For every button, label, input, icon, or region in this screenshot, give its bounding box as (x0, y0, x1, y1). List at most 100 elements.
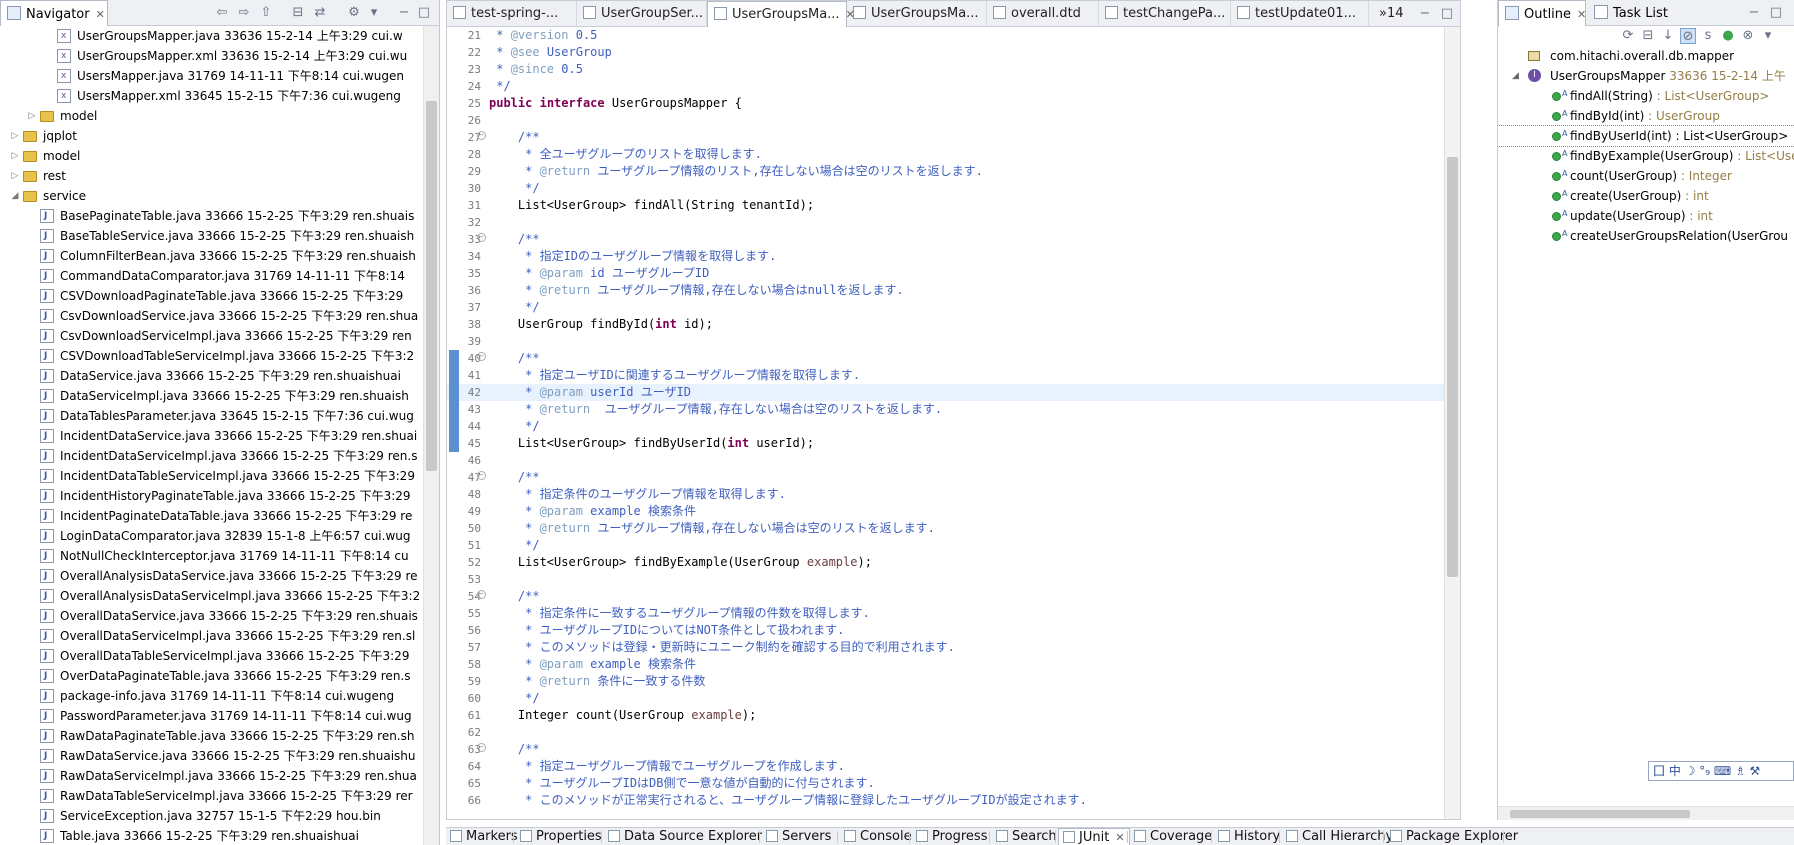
tree-file[interactable]: RawDataService.java 33666 15-2-25 下午3:29… (0, 746, 424, 766)
outline-method[interactable]: Acount(UserGroup) : Integer (1498, 166, 1794, 186)
bottom-tab[interactable]: Console (840, 828, 916, 845)
outline-method[interactable]: AfindById(int) : UserGroup (1498, 106, 1794, 126)
code-line[interactable]: 24 */ (447, 78, 1445, 95)
chevron-right-icon[interactable]: ▷ (26, 106, 38, 126)
filter-icon[interactable]: ⚙ (346, 5, 362, 21)
hide-fields-icon[interactable]: ⊘ (1680, 28, 1696, 44)
bottom-tab[interactable]: JUnit ✕ (1058, 828, 1130, 845)
outline-method[interactable]: AfindAll(String) : List<UserGroup> (1498, 86, 1794, 106)
close-icon[interactable]: ✕ (1577, 8, 1586, 21)
tree-file[interactable]: OverallAnalysisDataServiceImpl.java 3366… (0, 586, 424, 606)
outline-hscrollbar[interactable] (1498, 806, 1794, 820)
outline-interface[interactable]: ◢ I UserGroupsMapper 33636 15-2-14 上午 (1498, 66, 1794, 86)
tab-navigator[interactable]: Navigator ✕ (0, 0, 108, 26)
tree-file[interactable]: ColumnFilterBean.java 33666 15-2-25 下午3:… (0, 246, 424, 266)
ime-toolbar[interactable]: 囗 中 ☽ °₉ ⌨ ♗ ⚒ (1648, 761, 1794, 781)
code-editor[interactable]: 21 * @version 0.5 22 * @see UserGroup 23 *… (447, 27, 1445, 819)
tree-file[interactable]: CSVDownloadTableServiceImpl.java 33666 1… (0, 346, 424, 366)
tree-file[interactable]: IncidentHistoryPaginateTable.java 33666 … (0, 486, 424, 506)
maximize-icon[interactable]: □ (1439, 6, 1455, 22)
tree-file[interactable]: BasePaginateTable.java 33666 15-2-25 下午3… (0, 206, 424, 226)
sync-icon[interactable]: ⟳ (1620, 28, 1636, 44)
code-line[interactable]: 55 * 指定条件に一致するユーザグループ情報の件数を取得します. (447, 605, 1445, 622)
chevron-right-icon[interactable]: ▷ (9, 126, 21, 146)
code-line[interactable]: 22 * @see UserGroup (447, 44, 1445, 61)
tab-outline[interactable]: Outline ✕ (1498, 0, 1586, 26)
hide-local-types-icon[interactable]: ⊗ (1740, 28, 1756, 44)
minimize-icon[interactable]: − (396, 5, 412, 21)
code-line[interactable]: 50 * @return ユーザグループ情報,存在しない場合は空のリストを返しま… (447, 520, 1445, 537)
outline-method[interactable]: Aupdate(UserGroup) : int (1498, 206, 1794, 226)
outline-hscroll-thumb[interactable] (1510, 810, 1690, 818)
view-menu-icon[interactable]: ▾ (1760, 28, 1776, 44)
code-line[interactable]: 31 List<UserGroup> findAll(String tenant… (447, 197, 1445, 214)
editor-tab[interactable]: UserGroupsMa... (847, 1, 987, 27)
back-icon[interactable]: ⇦ (214, 5, 230, 21)
tree-folder[interactable]: ▷ model (0, 146, 424, 166)
bottom-tab[interactable]: Search (992, 828, 1061, 845)
editor-tab[interactable]: UserGroupSer... (577, 1, 707, 27)
code-line[interactable]: 48 * 指定条件のユーザグループ情報を取得します. (447, 486, 1445, 503)
tree-file[interactable]: package-info.java 31769 14-11-11 下午8:14 … (0, 686, 424, 706)
bottom-tab[interactable]: Package Explorer (1386, 828, 1522, 845)
bottom-tab[interactable]: Servers (762, 828, 835, 845)
tree-folder[interactable]: ▷ rest (0, 166, 424, 186)
code-line[interactable]: 43 * @return ユーザグループ情報,存在しない場合は空のリストを返しま… (447, 401, 1445, 418)
tree-file[interactable]: RawDataPaginateTable.java 33666 15-2-25 … (0, 726, 424, 746)
forward-icon[interactable]: ⇨ (236, 5, 252, 21)
tree-file[interactable]: IncidentPaginateDataTable.java 33666 15-… (0, 506, 424, 526)
editor-tab[interactable]: UserGroupsMa... ✕ (707, 1, 855, 27)
tree-file[interactable]: OverDataPaginateTable.java 33666 15-2-25… (0, 666, 424, 686)
tree-file[interactable]: UsersMapper.java 31769 14-11-11 下午8:14 c… (0, 66, 424, 86)
code-line[interactable]: 52 List<UserGroup> findByExample(UserGro… (447, 554, 1445, 571)
chevron-right-icon[interactable]: ▷ (9, 146, 21, 166)
tree-file[interactable]: UsersMapper.xml 33645 15-2-15 下午7:36 cui… (0, 86, 424, 106)
bottom-tab[interactable]: History (1214, 828, 1284, 845)
code-line[interactable]: 25 public interface UserGroupsMapper { (447, 95, 1445, 112)
tree-file[interactable]: OverallDataService.java 33666 15-2-25 下午… (0, 606, 424, 626)
code-line[interactable]: 45 List<UserGroup> findByUserId(int user… (447, 435, 1445, 452)
bottom-tab[interactable]: Data Source Explorer (604, 828, 766, 845)
code-line[interactable]: 53 (447, 571, 1445, 588)
bottom-tab[interactable]: Markers (446, 828, 522, 845)
bottom-tab[interactable]: Properties (516, 828, 606, 845)
code-line[interactable]: 47− /** (447, 469, 1445, 486)
code-line[interactable]: 30 */ (447, 180, 1445, 197)
tree-file[interactable]: PasswordParameter.java 31769 14-11-11 下午… (0, 706, 424, 726)
code-line[interactable]: 32 (447, 214, 1445, 231)
code-line[interactable]: 29 * @return ユーザグループ情報のリスト,存在しない場合は空のリスト… (447, 163, 1445, 180)
tree-file[interactable]: OverallAnalysisDataService.java 33666 15… (0, 566, 424, 586)
fold-toggle-icon[interactable]: − (477, 233, 486, 242)
fold-toggle-icon[interactable]: − (477, 590, 486, 599)
hide-static-icon[interactable]: s (1700, 28, 1716, 44)
outline-package[interactable]: com.hitachi.overall.db.mapper (1498, 46, 1794, 66)
code-line[interactable]: 65 * ユーザグループIDはDB側で一意な値が自動的に付与されます. (447, 775, 1445, 792)
code-line[interactable]: 33− /** (447, 231, 1445, 248)
tree-folder[interactable]: ▷ model (0, 106, 424, 126)
code-line[interactable]: 57 * このメソッドは登録・更新時にユニーク制約を確認する目的で利用されます. (447, 639, 1445, 656)
bottom-tab[interactable]: Call Hierarchy (1282, 828, 1397, 845)
code-line[interactable]: 41 * 指定ユーザIDに関連するユーザグループ情報を取得します. (447, 367, 1445, 384)
hide-nonpublic-icon[interactable]: ● (1720, 28, 1736, 44)
close-icon[interactable]: ✕ (96, 8, 105, 21)
tree-file[interactable]: CSVDownloadPaginateTable.java 33666 15-2… (0, 286, 424, 306)
tree-file[interactable]: RawDataServiceImpl.java 33666 15-2-25 下午… (0, 766, 424, 786)
code-line[interactable]: 61 Integer count(UserGroup example); (447, 707, 1445, 724)
tree-file[interactable]: LoginDataComparator.java 32839 15-1-8 上午… (0, 526, 424, 546)
code-line[interactable]: 44 */ (447, 418, 1445, 435)
tree-folder[interactable]: ▷ jqplot (0, 126, 424, 146)
tree-file[interactable]: CsvDownloadService.java 33666 15-2-25 下午… (0, 306, 424, 326)
minimize-icon[interactable]: − (1417, 6, 1433, 22)
code-line[interactable]: 60 */ (447, 690, 1445, 707)
tab-overflow-button[interactable]: »14 (1373, 1, 1410, 27)
tree-file[interactable]: CsvDownloadServiceImpl.java 33666 15-2-2… (0, 326, 424, 346)
outline-method[interactable]: AfindByExample(UserGroup) : List<Use (1498, 146, 1794, 166)
tree-file[interactable]: CommandDataComparator.java 31769 14-11-1… (0, 266, 424, 286)
outline-method[interactable]: AfindByUserId(int) : List<UserGroup> (1498, 125, 1794, 147)
tree-file[interactable]: IncidentDataServiceImpl.java 33666 15-2-… (0, 446, 424, 466)
sort-icon[interactable]: ↓ (1660, 28, 1676, 44)
code-line[interactable]: 66 * このメソッドが正常実行されると、ユーザグループ情報に登録したユーザグル… (447, 792, 1445, 809)
tree-file[interactable]: OverallDataTableServiceImpl.java 33666 1… (0, 646, 424, 666)
tree-file[interactable]: NotNullCheckInterceptor.java 31769 14-11… (0, 546, 424, 566)
code-line[interactable]: 23 * @since 0.5 (447, 61, 1445, 78)
